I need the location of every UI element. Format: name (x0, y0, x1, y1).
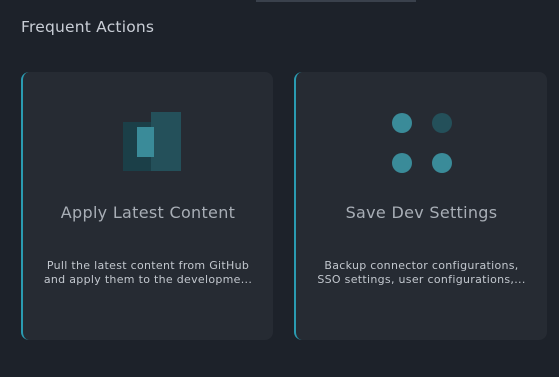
card-description: Pull the latest content from GitHub and … (23, 259, 273, 287)
card-description: Backup connector configurations, SSO set… (296, 259, 547, 287)
save-settings-icon (392, 113, 452, 173)
section-title: Frequent Actions (21, 18, 155, 36)
save-dev-settings-card[interactable]: Save Dev Settings Backup connector confi… (294, 72, 547, 340)
apply-latest-content-card[interactable]: Apply Latest Content Pull the latest con… (21, 72, 273, 340)
frequent-actions-panel: Frequent Actions Apply Latest Content Pu… (0, 0, 559, 377)
card-description-line-1: Backup connector configurations, (324, 259, 519, 272)
card-description-line-2: and apply them to the developme... (43, 273, 253, 286)
apply-content-icon (123, 112, 181, 171)
top-divider (256, 0, 416, 2)
card-description-line-1: Pull the latest content from GitHub (46, 259, 250, 272)
card-description-line-2: SSO settings, user configurations,... (317, 273, 526, 286)
card-title: Apply Latest Content (60, 203, 236, 222)
card-title: Save Dev Settings (345, 203, 498, 222)
